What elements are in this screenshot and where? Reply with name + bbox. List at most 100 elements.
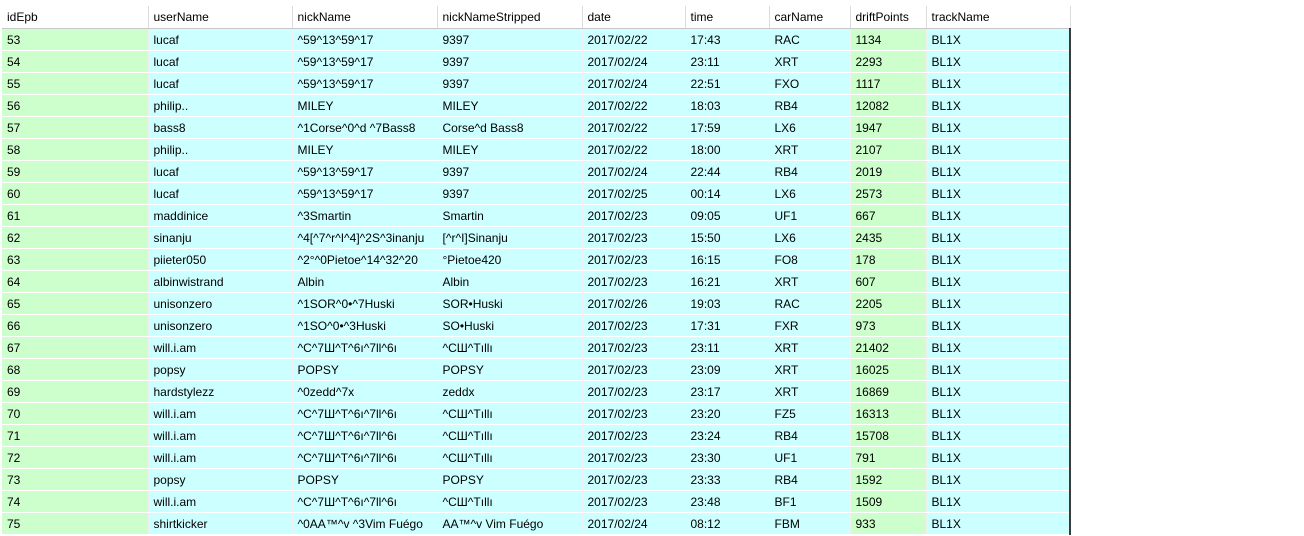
cell-driftPoints[interactable]: 973 (850, 314, 927, 337)
cell-driftPoints[interactable]: 178 (850, 248, 927, 271)
cell-nickName[interactable]: MILEY (292, 94, 438, 117)
cell-idEpb[interactable]: 61 (2, 204, 149, 227)
cell-userName[interactable]: unisonzero (148, 314, 293, 337)
cell-idEpb[interactable]: 57 (2, 116, 149, 139)
cell-carName[interactable]: FXO (769, 72, 851, 95)
cell-carName[interactable]: XRT (769, 138, 851, 161)
cell-nickNameStripped[interactable]: POPSY (437, 358, 583, 381)
table-row[interactable]: 66 unisonzero ^1SO^0•^3Huski SO•Huski 2017/0… (2, 314, 1071, 337)
cell-userName[interactable]: maddinice (148, 204, 293, 227)
cell-time[interactable]: 17:43 (685, 28, 770, 51)
table-row[interactable]: 57 bass8 ^1Corse^0^d ^7Bass8 Corse^d Bass8 2… (2, 116, 1071, 139)
cell-date[interactable]: 2017/02/22 (582, 116, 686, 139)
cell-nickNameStripped[interactable]: 9397 (437, 182, 583, 205)
cell-driftPoints[interactable]: 791 (850, 446, 927, 469)
cell-idEpb[interactable]: 64 (2, 270, 149, 293)
cell-date[interactable]: 2017/02/23 (582, 490, 686, 513)
cell-carName[interactable]: RB4 (769, 160, 851, 183)
cell-nickNameStripped[interactable]: SO•Huski (437, 314, 583, 337)
cell-nickNameStripped[interactable]: ^CШ^Tıllı (437, 424, 583, 447)
cell-trackName[interactable]: BL1X (926, 204, 1071, 227)
cell-trackName[interactable]: BL1X (926, 424, 1071, 447)
cell-idEpb[interactable]: 67 (2, 336, 149, 359)
cell-idEpb[interactable]: 63 (2, 248, 149, 271)
cell-nickName[interactable]: ^3Smartin (292, 204, 438, 227)
cell-nickNameStripped[interactable]: Smartin (437, 204, 583, 227)
cell-idEpb[interactable]: 62 (2, 226, 149, 249)
cell-driftPoints[interactable]: 2107 (850, 138, 927, 161)
cell-nickName[interactable]: POPSY (292, 468, 438, 491)
cell-idEpb[interactable]: 60 (2, 182, 149, 205)
cell-userName[interactable]: will.i.am (148, 446, 293, 469)
cell-time[interactable]: 18:00 (685, 138, 770, 161)
cell-carName[interactable]: FO8 (769, 248, 851, 271)
cell-idEpb[interactable]: 56 (2, 94, 149, 117)
cell-time[interactable]: 17:59 (685, 116, 770, 139)
cell-carName[interactable]: FBM (769, 512, 851, 535)
cell-driftPoints[interactable]: 933 (850, 512, 927, 535)
cell-nickName[interactable]: ^C^7Ш^T^6ı^7ll^6ı (292, 402, 438, 425)
cell-userName[interactable]: bass8 (148, 116, 293, 139)
cell-nickName[interactable]: ^59^13^59^17 (292, 28, 438, 51)
cell-carName[interactable]: LX6 (769, 182, 851, 205)
column-header-nickName[interactable]: nickName (292, 6, 438, 29)
cell-idEpb[interactable]: 68 (2, 358, 149, 381)
cell-userName[interactable]: will.i.am (148, 402, 293, 425)
cell-nickName[interactable]: ^1SOR^0•^7Huski (292, 292, 438, 315)
cell-date[interactable]: 2017/02/24 (582, 512, 686, 535)
cell-trackName[interactable]: BL1X (926, 160, 1071, 183)
cell-nickName[interactable]: ^1SO^0•^3Huski (292, 314, 438, 337)
cell-userName[interactable]: will.i.am (148, 424, 293, 447)
cell-date[interactable]: 2017/02/23 (582, 270, 686, 293)
cell-date[interactable]: 2017/02/22 (582, 94, 686, 117)
cell-nickName[interactable]: ^0zedd^7x (292, 380, 438, 403)
cell-time[interactable]: 23:11 (685, 50, 770, 73)
table-row[interactable]: 59 lucaf ^59^13^59^17 9397 2017/02/24 22:44 RB… (2, 160, 1071, 183)
cell-driftPoints[interactable]: 2019 (850, 160, 927, 183)
cell-carName[interactable]: RB4 (769, 424, 851, 447)
cell-time[interactable]: 23:17 (685, 380, 770, 403)
cell-nickNameStripped[interactable]: 9397 (437, 50, 583, 73)
cell-idEpb[interactable]: 66 (2, 314, 149, 337)
table-row[interactable]: 70 will.i.am ^C^7Ш^T^6ı^7ll^6ı ^CШ^Tıllı 201… (2, 402, 1071, 425)
table-row[interactable]: 60 lucaf ^59^13^59^17 9397 2017/02/25 00:14 LX… (2, 182, 1071, 205)
cell-time[interactable]: 23:33 (685, 468, 770, 491)
cell-time[interactable]: 23:11 (685, 336, 770, 359)
cell-nickNameStripped[interactable]: ^CШ^Tıllı (437, 336, 583, 359)
cell-nickNameStripped[interactable]: AA™^v Vim Fuégo (437, 512, 583, 535)
column-header-idEpb[interactable]: idEpb (2, 6, 149, 29)
cell-trackName[interactable]: BL1X (926, 358, 1071, 381)
cell-idEpb[interactable]: 65 (2, 292, 149, 315)
cell-userName[interactable]: will.i.am (148, 490, 293, 513)
table-row[interactable]: 61 maddinice ^3Smartin Smartin 2017/02/23 09:… (2, 204, 1071, 227)
cell-driftPoints[interactable]: 1134 (850, 28, 927, 51)
cell-date[interactable]: 2017/02/23 (582, 314, 686, 337)
cell-carName[interactable]: RAC (769, 28, 851, 51)
cell-carName[interactable]: LX6 (769, 226, 851, 249)
cell-time[interactable]: 23:48 (685, 490, 770, 513)
cell-time[interactable]: 00:14 (685, 182, 770, 205)
table-row[interactable]: 68 popsy POPSY POPSY 2017/02/23 23:09 XRT 16025… (2, 358, 1071, 381)
cell-date[interactable]: 2017/02/23 (582, 226, 686, 249)
cell-trackName[interactable]: BL1X (926, 116, 1071, 139)
cell-date[interactable]: 2017/02/25 (582, 182, 686, 205)
cell-nickName[interactable]: Albin (292, 270, 438, 293)
cell-trackName[interactable]: BL1X (926, 402, 1071, 425)
cell-time[interactable]: 23:30 (685, 446, 770, 469)
cell-driftPoints[interactable]: 1947 (850, 116, 927, 139)
cell-nickNameStripped[interactable]: SOR•Huski (437, 292, 583, 315)
cell-idEpb[interactable]: 75 (2, 512, 149, 535)
table-row[interactable]: 62 sinanju ^4[^7^r^I^4]^2S^3inanju [^r^I]Si… (2, 226, 1071, 249)
cell-driftPoints[interactable]: 2573 (850, 182, 927, 205)
cell-date[interactable]: 2017/02/23 (582, 358, 686, 381)
cell-driftPoints[interactable]: 2293 (850, 50, 927, 73)
table-row[interactable]: 72 will.i.am ^C^7Ш^T^6ı^7ll^6ı ^CШ^Tıllı 201… (2, 446, 1071, 469)
column-header-time[interactable]: time (685, 6, 770, 29)
table-row[interactable]: 58 philip.. MILEY MILEY 2017/02/22 18:00 XRT 21… (2, 138, 1071, 161)
cell-userName[interactable]: lucaf (148, 182, 293, 205)
cell-nickNameStripped[interactable]: Albin (437, 270, 583, 293)
cell-userName[interactable]: lucaf (148, 72, 293, 95)
cell-time[interactable]: 23:09 (685, 358, 770, 381)
cell-userName[interactable]: albinwistrand (148, 270, 293, 293)
cell-time[interactable]: 16:21 (685, 270, 770, 293)
